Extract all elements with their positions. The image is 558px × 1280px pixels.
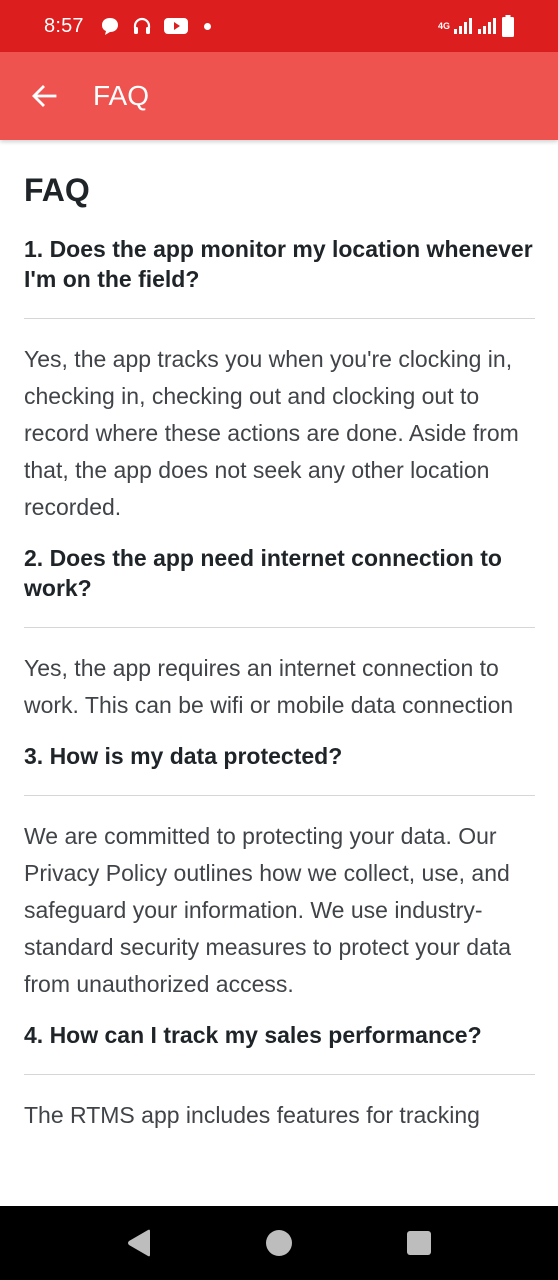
- signal-icon: [478, 18, 496, 34]
- app-bar: FAQ: [0, 52, 558, 140]
- faq-item: 3. How is my data protected? We are comm…: [24, 741, 536, 1003]
- divider: [24, 627, 535, 628]
- faq-content[interactable]: FAQ 1. Does the app monitor my location …: [24, 140, 536, 1206]
- divider: [24, 795, 535, 796]
- faq-answer: Yes, the app requires an internet connec…: [24, 655, 514, 718]
- status-bar: 8:57 4G: [0, 0, 558, 52]
- faq-item: 4. How can I track my sales performance?…: [24, 1020, 536, 1134]
- triangle-back-icon[interactable]: [126, 1229, 152, 1257]
- faq-item: 1. Does the app monitor my location when…: [24, 234, 536, 526]
- arrow-left-icon: [32, 85, 57, 107]
- faq-answer: The RTMS app includes features for track…: [24, 1102, 480, 1128]
- faq-question: 2. Does the app need internet connection…: [24, 545, 502, 601]
- notification-icons: [100, 16, 211, 36]
- back-button[interactable]: [28, 80, 60, 112]
- status-time: 8:57: [44, 14, 84, 37]
- system-icons: 4G: [438, 15, 514, 37]
- signal-icon: [454, 18, 472, 34]
- divider: [24, 318, 535, 319]
- faq-question: 3. How is my data protected?: [24, 743, 343, 769]
- navigation-bar: [0, 1206, 558, 1280]
- faq-answer: We are committed to protecting your data…: [24, 823, 512, 997]
- battery-icon: [502, 15, 514, 37]
- dot-icon: [203, 22, 211, 30]
- square-recents-icon[interactable]: [407, 1231, 431, 1255]
- chat-bubble-icon: [101, 18, 118, 35]
- faq-answer: Yes, the app tracks you when you're cloc…: [24, 346, 519, 520]
- faq-item: 2. Does the app need internet connection…: [24, 543, 536, 724]
- circle-home-icon[interactable]: [266, 1230, 292, 1256]
- app-bar-title: FAQ: [93, 80, 150, 111]
- youtube-icon: [163, 18, 188, 34]
- network-type: 4G: [437, 21, 450, 31]
- headphones-icon: [133, 17, 150, 34]
- divider: [24, 1074, 535, 1075]
- faq-question: 4. How can I track my sales performance?: [24, 1022, 482, 1048]
- page-heading: FAQ: [24, 172, 90, 208]
- faq-question: 1. Does the app monitor my location when…: [24, 236, 533, 292]
